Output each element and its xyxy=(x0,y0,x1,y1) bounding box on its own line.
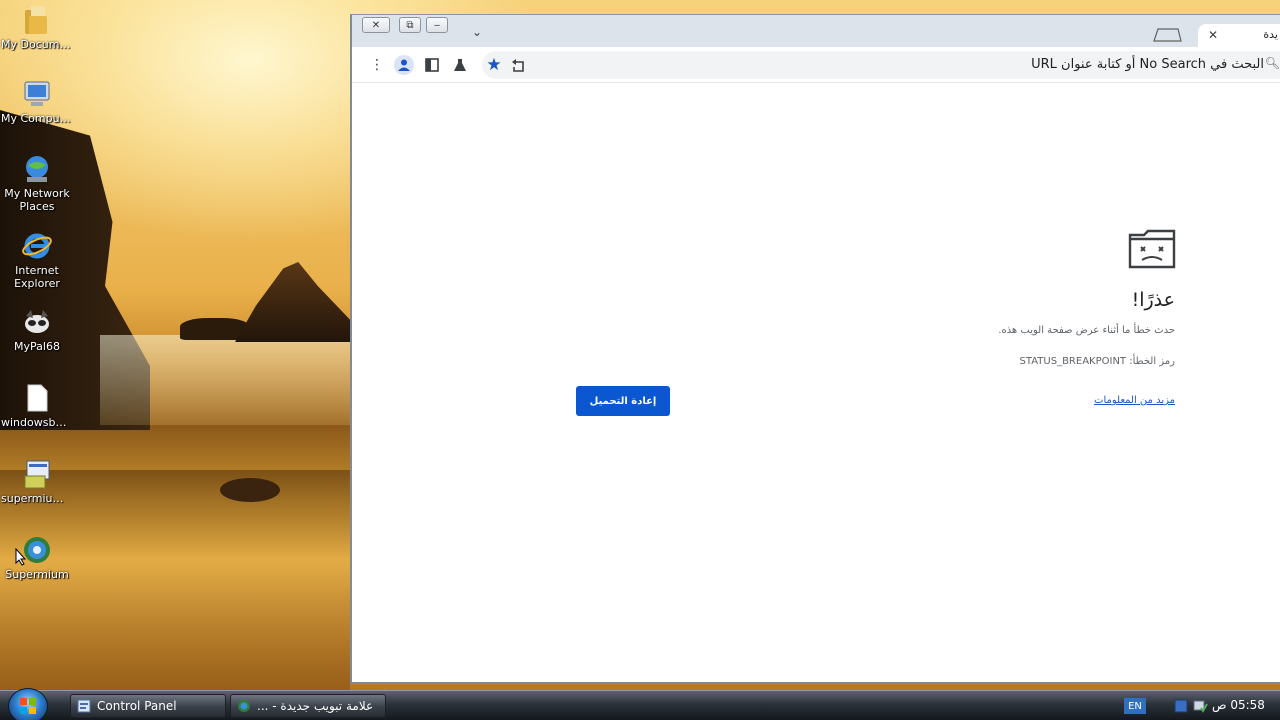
close-icon: ✕ xyxy=(371,19,381,31)
network-status-icon[interactable] xyxy=(1192,698,1208,714)
network-globe-icon xyxy=(26,156,48,182)
side-panel-icon xyxy=(425,58,439,72)
learn-more-link[interactable]: مزيد من المعلومات xyxy=(1094,395,1175,406)
taskbar: Control Panel علامة تبويب جديدة - ... EN… xyxy=(0,688,1280,720)
sad-folder-error-icon xyxy=(1128,229,1176,269)
supermium-globe-icon xyxy=(238,700,250,712)
language-indicator[interactable]: EN xyxy=(1124,698,1146,714)
desktop-icon-mypal68[interactable]: MyPal68 xyxy=(0,306,74,353)
menu-button[interactable]: ⋮ xyxy=(367,55,387,75)
blank-file-icon xyxy=(27,384,48,412)
installer-icon xyxy=(24,460,50,489)
desktop-icon-label: MyPal68 xyxy=(14,340,60,353)
wallpaper-seastack xyxy=(235,262,350,342)
address-bar[interactable]: ★ البحث في No Search أو كتابة عنوان URL … xyxy=(482,51,1280,79)
minimize-icon: ‒ xyxy=(433,19,441,31)
desktop-icon-label: My Network Places xyxy=(4,187,70,213)
taskbar-item-browser[interactable]: علامة تبويب جديدة - ... xyxy=(230,694,386,718)
labs-button[interactable] xyxy=(450,55,470,75)
browser-titlebar[interactable]: ✕ ⧉ ‒ ⌄ ✕ يدة xyxy=(352,15,1280,47)
tray-app-icon[interactable] xyxy=(1174,699,1188,713)
error-title: عذرًا! xyxy=(1131,289,1175,311)
browser-toolbar: ⋮ ★ البحث في No Search أو كتابة عنوان UR… xyxy=(352,47,1280,83)
desktop-icon-windowsboot[interactable]: windowsboo... xyxy=(0,382,74,429)
windows-logo-icon xyxy=(20,698,36,714)
error-code: رمز الخطأ: STATUS_BREAKPOINT xyxy=(1019,356,1175,367)
desktop-icon-label: supermium_... xyxy=(1,492,74,505)
desktop-icon-my-computer[interactable]: My Computer xyxy=(0,78,74,125)
browser-window: ✕ ⧉ ‒ ⌄ ✕ يدة ⋮ ★ البحث في No Search أو … xyxy=(350,14,1280,684)
taskbar-item-control-panel[interactable]: Control Panel xyxy=(70,694,226,718)
desktop-icon-internet-explorer[interactable]: Internet Explorer xyxy=(0,230,74,290)
wallpaper-sea xyxy=(100,335,350,425)
mouse-cursor-icon xyxy=(15,548,27,566)
control-panel-icon xyxy=(77,699,91,713)
chevron-down-icon: ⌄ xyxy=(472,25,483,39)
desktop-icon-label: Supermium xyxy=(5,568,69,581)
restore-icon: ⧉ xyxy=(406,19,414,31)
raccoon-icon xyxy=(25,310,49,333)
bookmark-star-button[interactable]: ★ xyxy=(484,55,504,75)
desktop-icon-supermium[interactable]: Supermium xyxy=(0,534,74,581)
reload-button[interactable]: إعادة التحميل xyxy=(576,386,670,416)
flask-icon xyxy=(454,59,466,71)
desktop-icon-label: windowsboo... xyxy=(1,416,74,429)
folder-documents-icon xyxy=(25,6,47,34)
star-icon: ★ xyxy=(486,55,502,75)
internet-explorer-icon xyxy=(22,233,52,259)
desktop-icon-label: My Documents xyxy=(1,38,74,51)
person-icon xyxy=(398,59,410,71)
tab-title: يدة xyxy=(1263,28,1278,41)
new-tab-button[interactable] xyxy=(1152,28,1182,42)
desktop-icon-my-network-places[interactable]: My Network Places xyxy=(0,153,74,213)
desktop-icon-supermium-installer[interactable]: supermium_... xyxy=(0,458,74,505)
taskbar-item-label: علامة تبويب جديدة - ... xyxy=(257,699,374,713)
tab-search-button[interactable]: ⌄ xyxy=(472,25,482,39)
tab-new-tab[interactable]: ✕ يدة xyxy=(1198,24,1280,47)
side-panel-button[interactable] xyxy=(422,55,442,75)
tab-close-icon[interactable]: ✕ xyxy=(1208,28,1218,42)
restore-window-button[interactable]: ⧉ xyxy=(399,17,421,33)
minimize-window-button[interactable]: ‒ xyxy=(426,17,448,33)
search-icon: 🔍︎ xyxy=(1264,56,1280,70)
close-window-button[interactable]: ✕ xyxy=(362,17,390,33)
taskbar-clock[interactable]: 05:58 ص xyxy=(1212,698,1265,712)
taskbar-item-label: Control Panel xyxy=(97,699,177,713)
wallpaper-shore-rock xyxy=(220,478,280,502)
desktop-icon-label: My Computer xyxy=(1,112,74,125)
reload-page-button[interactable] xyxy=(508,55,528,75)
profile-button[interactable] xyxy=(394,55,414,75)
refresh-icon xyxy=(511,58,524,72)
desktop-icon-my-documents[interactable]: My Documents xyxy=(0,4,74,51)
start-button[interactable] xyxy=(8,688,48,720)
error-message: حدث خطأ ما أثناء عرض صفحة الويب هذه. xyxy=(998,325,1175,336)
kebab-menu-icon: ⋮ xyxy=(370,57,384,73)
computer-icon xyxy=(24,81,50,106)
desktop-icon-label: Internet Explorer xyxy=(14,264,60,290)
address-bar-placeholder: البحث في No Search أو كتابة عنوان URL xyxy=(1031,57,1264,72)
